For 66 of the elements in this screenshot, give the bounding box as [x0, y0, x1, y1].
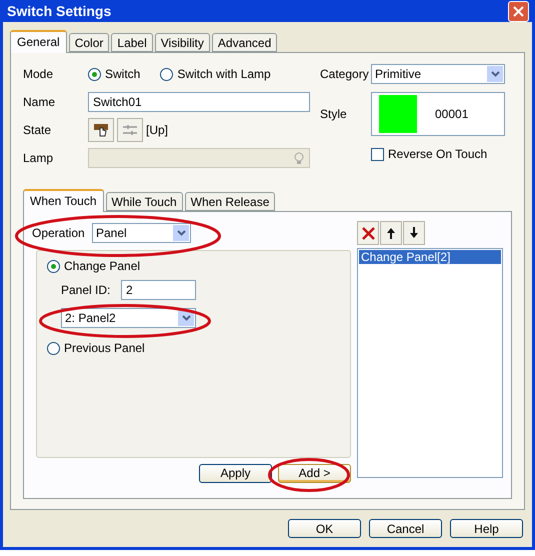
state-button[interactable]	[88, 118, 114, 142]
panel-dropdown[interactable]: 2: Panel2	[61, 308, 196, 328]
dialog-button[interactable]: Help	[450, 519, 523, 538]
dropdown-caret-icon	[490, 71, 500, 77]
radio-label: Change Panel	[64, 259, 140, 273]
checkbox-label: Reverse On Touch	[388, 147, 488, 161]
radio-button[interactable]	[88, 68, 101, 80]
arrow-down-icon	[409, 227, 419, 239]
tab[interactable]: Label	[111, 33, 153, 52]
field-label: State	[23, 123, 52, 137]
field-label: Mode	[23, 67, 54, 81]
apply-button[interactable]: Apply	[199, 464, 272, 482]
add-button[interactable]: Add >	[278, 464, 351, 482]
field-label: Panel ID:	[61, 283, 112, 297]
state-value: [Up]	[146, 123, 168, 137]
bulb-icon	[292, 151, 306, 165]
radio-button[interactable]	[47, 260, 60, 272]
panel-id-field[interactable]: 2	[121, 280, 196, 300]
dropdown-button[interactable]	[173, 225, 189, 241]
field-label: Style	[320, 107, 348, 121]
radio-label: Switch with Lamp	[177, 67, 271, 81]
hand-icon	[93, 122, 109, 138]
radio-button[interactable]	[47, 342, 60, 354]
field-label: Category	[320, 67, 370, 81]
radio-label: Switch	[105, 67, 140, 81]
delete-button[interactable]	[357, 221, 379, 245]
arrow-up-icon	[386, 227, 396, 239]
tab[interactable]: General	[10, 30, 67, 53]
tab[interactable]: When Touch	[23, 189, 104, 212]
category-dropdown[interactable]: Primitive	[371, 64, 505, 84]
move-up-button[interactable]	[380, 221, 402, 245]
field-label: Lamp	[23, 151, 54, 165]
list-item[interactable]: Change Panel[2]	[359, 250, 501, 264]
dropdown-caret-icon	[176, 230, 186, 236]
style-picker[interactable]: 00001	[371, 92, 505, 136]
name-field[interactable]: Switch01	[88, 92, 310, 112]
close-button[interactable]	[508, 0, 529, 22]
tab[interactable]: Advanced	[212, 33, 278, 52]
tab[interactable]: When Release	[184, 192, 276, 211]
tab[interactable]: Color	[68, 33, 110, 52]
radio-option[interactable]: Previous Panel	[47, 341, 320, 355]
dropdown-value: Primitive	[375, 67, 422, 81]
tab[interactable]: While Touch	[106, 192, 183, 211]
dialog-button[interactable]: Cancel	[369, 519, 442, 538]
checkbox[interactable]	[371, 148, 384, 160]
radio-option[interactable]: Change Panel	[47, 259, 320, 273]
radio-option[interactable]: Switch	[88, 67, 140, 81]
style-value: 00001	[435, 107, 468, 121]
window-title: Switch Settings	[7, 3, 112, 19]
delete-icon	[362, 226, 374, 240]
close-icon	[513, 6, 524, 16]
dropdown-caret-icon	[182, 315, 190, 321]
dropdown-value: Panel	[96, 226, 127, 240]
move-down-button[interactable]	[403, 221, 425, 245]
dropdown-button[interactable]	[487, 66, 503, 82]
radio-button[interactable]	[160, 68, 174, 80]
dialog-button[interactable]: OK	[288, 519, 361, 538]
dropdown-value: 2: Panel2	[65, 311, 116, 325]
field-label: Operation	[32, 226, 86, 240]
radio-option[interactable]: Switch with Lamp	[160, 67, 271, 81]
tab[interactable]: Visibility	[154, 33, 210, 52]
operation-dropdown[interactable]: Panel	[92, 223, 191, 243]
style-swatch	[379, 95, 417, 133]
toggle-icon	[122, 123, 138, 137]
field-label: Name	[23, 95, 56, 109]
radio-label: Previous Panel	[64, 341, 145, 355]
